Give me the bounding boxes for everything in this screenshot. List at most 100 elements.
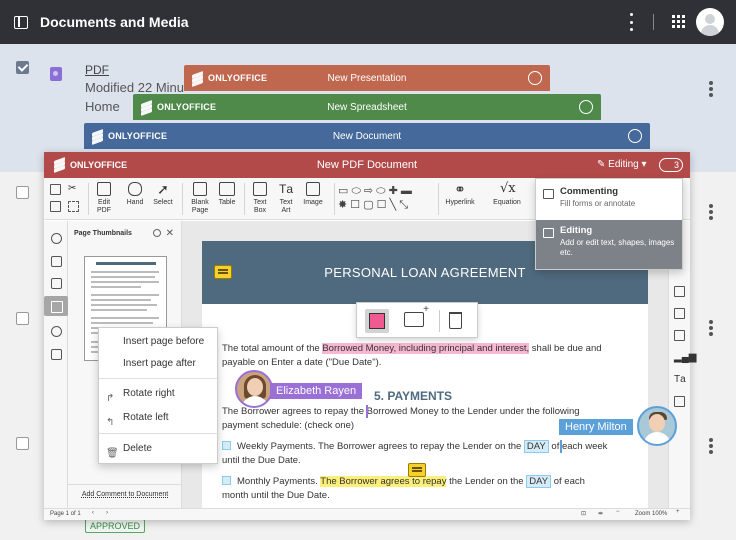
- comments-icon[interactable]: [51, 256, 62, 267]
- row-checkbox[interactable]: [16, 186, 29, 199]
- app-header: Documents and Media: [0, 0, 736, 44]
- weekly-checkbox[interactable]: [222, 441, 231, 450]
- toolbar-divider: [439, 310, 440, 332]
- toolbar-separator: [244, 183, 245, 215]
- chart-settings-icon[interactable]: ▂▄▆: [674, 352, 696, 363]
- window-title: New Document: [332, 130, 402, 142]
- image-settings-icon[interactable]: [674, 286, 685, 297]
- mode-switcher[interactable]: ✎ Editing ▾: [597, 159, 647, 170]
- fit-width-icon[interactable]: ⇹: [598, 510, 603, 517]
- cut-icon[interactable]: ✂: [68, 184, 79, 195]
- collaborator-tag: Elizabeth Rayen: [270, 383, 363, 399]
- zoom-level[interactable]: Zoom 100%: [635, 511, 667, 517]
- mode-dropdown: Commenting Fill forms or annotate Editin…: [535, 178, 683, 270]
- editor-title-bar: ONLYOFFICE New PDF Document ✎ Editing ▾ …: [44, 152, 690, 178]
- paragraph-line: The Borrower agrees to repay the Borrowe…: [222, 406, 580, 417]
- equation-button[interactable]: √x Equation: [489, 182, 525, 207]
- day-field[interactable]: DAY: [526, 475, 552, 488]
- paste-icon[interactable]: [50, 201, 61, 212]
- user-icon[interactable]: [579, 100, 593, 114]
- info-icon[interactable]: [51, 326, 62, 337]
- fit-page-icon[interactable]: ⊡: [581, 510, 586, 517]
- row-checkbox-selected[interactable]: [16, 61, 29, 74]
- select-button[interactable]: ➚ Select: [150, 182, 176, 207]
- table-button[interactable]: Table: [216, 182, 238, 207]
- toolbar-separator: [438, 183, 439, 215]
- copy-icon[interactable]: [50, 184, 61, 195]
- monthly-checkbox[interactable]: [222, 476, 231, 485]
- document-page: PERSONAL LOAN AGREEMENT The total amount…: [202, 241, 648, 508]
- highlight-color-button[interactable]: [365, 309, 389, 333]
- page-settings-icon[interactable]: [674, 308, 685, 319]
- edit-pdf-button[interactable]: Edit PDF: [93, 182, 115, 215]
- hyperlink-button[interactable]: ⚭ Hyperlink: [442, 182, 478, 207]
- row-actions-icon[interactable]: [709, 320, 713, 336]
- text-art-button[interactable]: Tа Text Art: [275, 182, 297, 215]
- search-icon[interactable]: [51, 233, 62, 244]
- highlight-yellow[interactable]: The Borrower agrees to repay: [320, 476, 447, 487]
- row-checkbox[interactable]: [16, 312, 29, 325]
- apps-grid-icon[interactable]: [672, 15, 685, 28]
- document-title: New PDF Document: [316, 159, 418, 171]
- select-all-icon[interactable]: [68, 201, 79, 212]
- zoom-out-icon[interactable]: −: [616, 509, 620, 515]
- row-actions-icon[interactable]: [709, 204, 713, 220]
- chat-icon[interactable]: [51, 278, 62, 289]
- user-icon[interactable]: [528, 71, 542, 85]
- spreadsheet-window-header[interactable]: ONLYOFFICE New Spreadsheet: [133, 94, 601, 120]
- document-window-header[interactable]: ONLYOFFICE New Document: [84, 123, 650, 149]
- menu-insert-after[interactable]: Insert page after: [99, 353, 219, 375]
- edit-pdf-icon: [97, 182, 111, 196]
- menu-insert-before[interactable]: Insert page before: [99, 331, 219, 353]
- mode-commenting[interactable]: Commenting Fill forms or annotate: [536, 181, 682, 214]
- add-comment-icon[interactable]: [404, 304, 429, 327]
- row-checkbox[interactable]: [16, 437, 29, 450]
- day-field[interactable]: DAY: [523, 440, 549, 453]
- mode-editing[interactable]: Editing Add or edit text, shapes, images…: [536, 220, 682, 269]
- comment-note-icon[interactable]: [408, 463, 426, 477]
- presentation-window-header[interactable]: ONLYOFFICE New Presentation: [184, 65, 550, 91]
- close-icon[interactable]: ✕: [166, 228, 174, 239]
- menu-rotate-right[interactable]: ↱ Rotate right: [99, 383, 219, 405]
- prev-page-icon[interactable]: ‹: [92, 510, 94, 516]
- delete-icon[interactable]: [449, 312, 462, 329]
- row-actions-icon[interactable]: [709, 438, 713, 454]
- speaker-icon[interactable]: [51, 349, 62, 360]
- shapes-gallery[interactable]: ▭ ⬭ ⇨ ⬭ ✚ ▬ ✸ ☐ ▢ ☐ ╲ ⤡: [338, 184, 434, 214]
- paragraph-line: payable on Enter a date ("Due Date").: [222, 357, 382, 368]
- row-actions-icon[interactable]: [709, 81, 713, 97]
- shape-settings-icon[interactable]: [674, 330, 685, 341]
- window-title: New Spreadsheet: [327, 101, 407, 113]
- settings-icon[interactable]: [153, 229, 161, 237]
- text-art-icon: Tа: [279, 182, 294, 196]
- text-box-button[interactable]: Text Box: [249, 182, 271, 215]
- user-icon[interactable]: [628, 129, 642, 143]
- hand-button[interactable]: Hand: [124, 182, 146, 207]
- menu-rotate-left[interactable]: ↰ Rotate left: [99, 407, 219, 429]
- options-menu-icon[interactable]: [630, 13, 634, 31]
- text-art-settings-icon[interactable]: Tа: [674, 374, 686, 385]
- status-bar: Page 1 of 1 ‹ › ⊡ ⇹ − Zoom 100% +: [44, 508, 690, 520]
- mail-icon[interactable]: [674, 396, 685, 407]
- pdf-file-icon: [50, 67, 62, 81]
- monthly-option: Monthly Payments. The Borrower agrees to…: [222, 475, 585, 489]
- collaborator-avatar: [235, 370, 273, 408]
- add-comment-link[interactable]: Add Comment to Document: [68, 484, 182, 498]
- blank-page-button[interactable]: Blank Page: [188, 182, 212, 215]
- user-avatar[interactable]: [696, 8, 724, 36]
- menu-delete[interactable]: 🗑 Delete: [99, 438, 219, 460]
- sidebar-toggle-icon[interactable]: [14, 15, 28, 29]
- menu-divider: [99, 433, 219, 434]
- thumbnails-icon[interactable]: [44, 296, 68, 316]
- highlight-pink[interactable]: Borrowed Money, including principal and …: [322, 343, 530, 354]
- header-divider: [653, 14, 654, 30]
- annotation-toolbar: [356, 302, 478, 338]
- image-button[interactable]: Image: [301, 182, 325, 207]
- next-page-icon[interactable]: ›: [106, 510, 108, 516]
- thumbnails-title: Page Thumbnails: [74, 230, 132, 237]
- users-count-badge[interactable]: 3: [659, 158, 683, 172]
- page-indicator: Page 1 of 1: [50, 511, 81, 517]
- equation-icon: √x: [500, 181, 516, 196]
- zoom-in-icon[interactable]: +: [676, 509, 680, 515]
- file-name-link[interactable]: PDF: [85, 63, 109, 77]
